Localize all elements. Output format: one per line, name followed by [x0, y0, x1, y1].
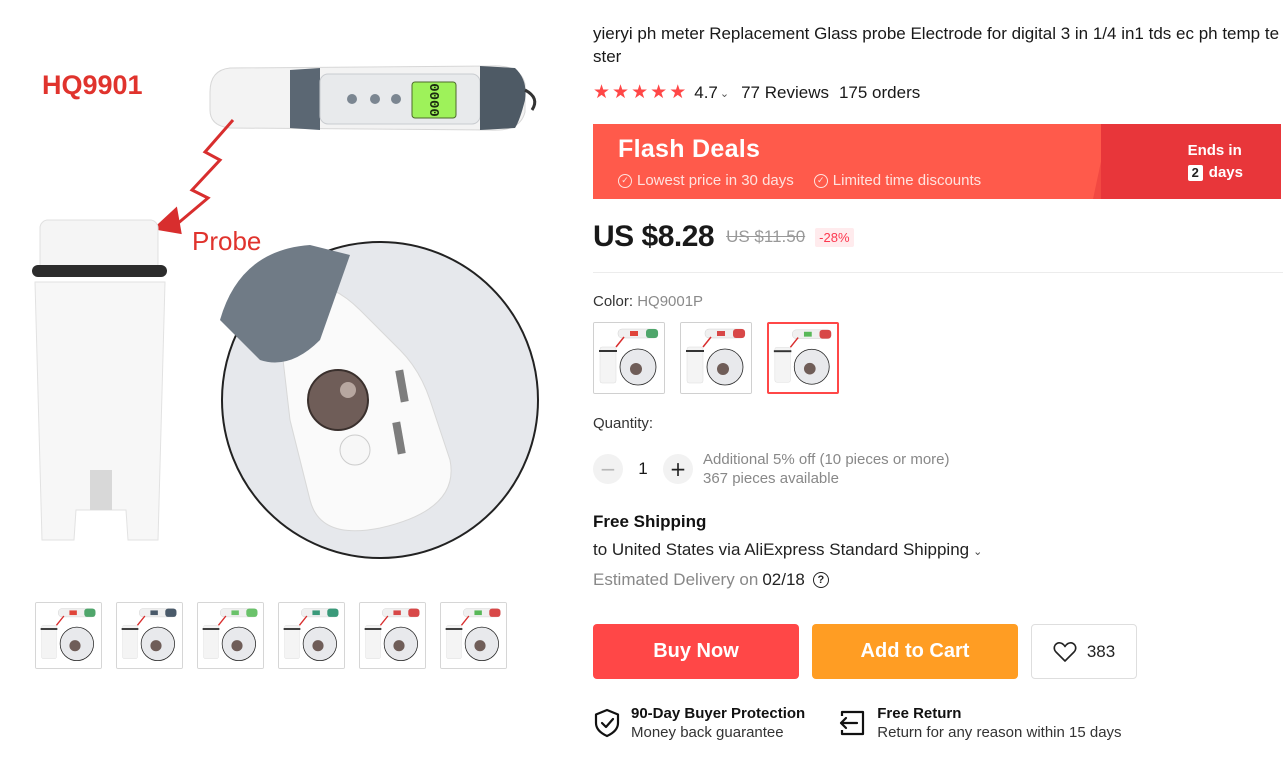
rating-row: ★ ★ ★ ★ ★ 4.7 ⌄ 77 Reviews 175 orders [593, 82, 920, 104]
lcd-reading: 0000 [425, 83, 441, 117]
quantity-increase-button[interactable]: + [663, 454, 693, 484]
thumbnail-1[interactable] [35, 602, 102, 669]
quantity-value[interactable]: 1 [623, 459, 663, 479]
probe-cap-illustration [32, 219, 167, 541]
color-option-2[interactable] [680, 322, 752, 394]
flash-feature-lowest-price: ✓ Lowest price in 30 days [618, 172, 794, 189]
star-icon: ★ [650, 82, 668, 103]
shipping-destination-text[interactable]: to United States via AliExpress Standard… [593, 540, 969, 559]
color-label: Color: HQ9001P [593, 293, 703, 310]
reviews-link[interactable]: 77 Reviews [741, 83, 829, 103]
heart-icon [1053, 641, 1077, 662]
image-model-label: HQ9901 [42, 70, 143, 100]
shipping-destination[interactable]: to United States via AliExpress Standard… [593, 540, 982, 560]
countdown-days-unit: days [1208, 164, 1243, 181]
divider [593, 272, 1283, 273]
product-title: yieryi ph meter Replacement Glass probe … [593, 24, 1280, 66]
star-icon: ★ [612, 82, 630, 103]
thumbnail-4[interactable] [278, 602, 345, 669]
thumbnail-3[interactable] [197, 602, 264, 669]
star-rating: ★ ★ ★ ★ ★ [593, 82, 686, 104]
main-product-image[interactable]: HQ9901 0000 Probe [20, 40, 560, 560]
flash-deals-title: Flash Deals [618, 135, 761, 163]
rating-value[interactable]: 4.7 [694, 83, 718, 103]
color-selected-value: HQ9001P [637, 293, 704, 310]
star-icon: ★ [669, 82, 687, 103]
estimated-delivery: Estimated Delivery on 02/18 ? [593, 570, 829, 590]
chevron-down-icon[interactable]: ⌄ [973, 546, 982, 558]
color-option-1[interactable] [593, 322, 665, 394]
free-return-subtitle: Return for any reason within 15 days [877, 724, 1122, 741]
shield-check-icon [594, 708, 620, 738]
buyer-protection[interactable]: 90-Day Buyer Protection Money back guara… [593, 704, 805, 742]
thumbnail-5[interactable] [359, 602, 426, 669]
return-box-icon [840, 710, 865, 736]
add-to-cart-button[interactable]: Add to Cart [812, 624, 1018, 679]
zoom-detail-circle [220, 241, 539, 559]
buy-now-button[interactable]: Buy Now [593, 624, 799, 679]
star-icon: ★ [631, 82, 649, 103]
arrow-icon [169, 119, 235, 232]
flash-deals-banner: Flash Deals ✓ Lowest price in 30 days ✓ … [593, 124, 1281, 199]
discount-badge: -28% [815, 227, 854, 247]
original-price: US $11.50 [726, 227, 806, 246]
help-icon[interactable]: ? [812, 572, 829, 588]
star-icon: ★ [593, 82, 611, 103]
delivery-date: 02/18 [762, 570, 805, 589]
thumbnail-6[interactable] [440, 602, 507, 669]
countdown: Ends in 2 days [1187, 141, 1243, 183]
price-row: US $8.28 US $11.50 -28% [593, 220, 854, 254]
color-label-text: Color: [593, 293, 634, 310]
countdown-label: Ends in [1187, 142, 1242, 159]
orders-count: 175 orders [838, 83, 921, 102]
free-return-title: Free Return [877, 705, 962, 722]
thumbnail-strip [35, 602, 507, 669]
color-swatches [593, 322, 839, 394]
wishlist-count: 383 [1086, 641, 1116, 661]
delivery-label: Estimated Delivery on [593, 570, 759, 589]
countdown-days-value: 2 [1187, 165, 1203, 181]
shipping-title: Free Shipping [593, 512, 707, 531]
bulk-offer-text: Additional 5% off (10 pieces or more) [703, 451, 950, 468]
probe-callout: Probe [192, 226, 261, 256]
chevron-down-icon[interactable]: ⌄ [720, 87, 729, 100]
color-option-3[interactable] [767, 322, 839, 394]
thumbnail-2[interactable] [116, 602, 183, 669]
flash-feature-limited-time: ✓ Limited time discounts [813, 172, 982, 189]
free-return[interactable]: Free Return Return for any reason within… [837, 704, 1122, 742]
quantity-label: Quantity: [593, 415, 654, 432]
current-price: US $8.28 [593, 220, 715, 253]
stock-available-text: 367 pieces available [703, 470, 839, 487]
meter-pen-illustration: 0000 [209, 65, 537, 131]
buyer-protection-subtitle: Money back guarantee [631, 724, 784, 741]
guarantees: 90-Day Buyer Protection Money back guara… [593, 704, 1122, 742]
quantity-stepper: − 1 + Additional 5% off (10 pieces or mo… [593, 450, 950, 488]
buyer-protection-title: 90-Day Buyer Protection [631, 705, 806, 722]
flash-feature-label: Limited time discounts [832, 172, 982, 189]
quantity-decrease-button[interactable]: − [593, 454, 623, 484]
flash-feature-label: Lowest price in 30 days [637, 172, 794, 189]
check-circle-icon: ✓ [813, 173, 828, 188]
wishlist-button[interactable]: 383 [1031, 624, 1137, 679]
check-circle-icon: ✓ [618, 173, 632, 188]
